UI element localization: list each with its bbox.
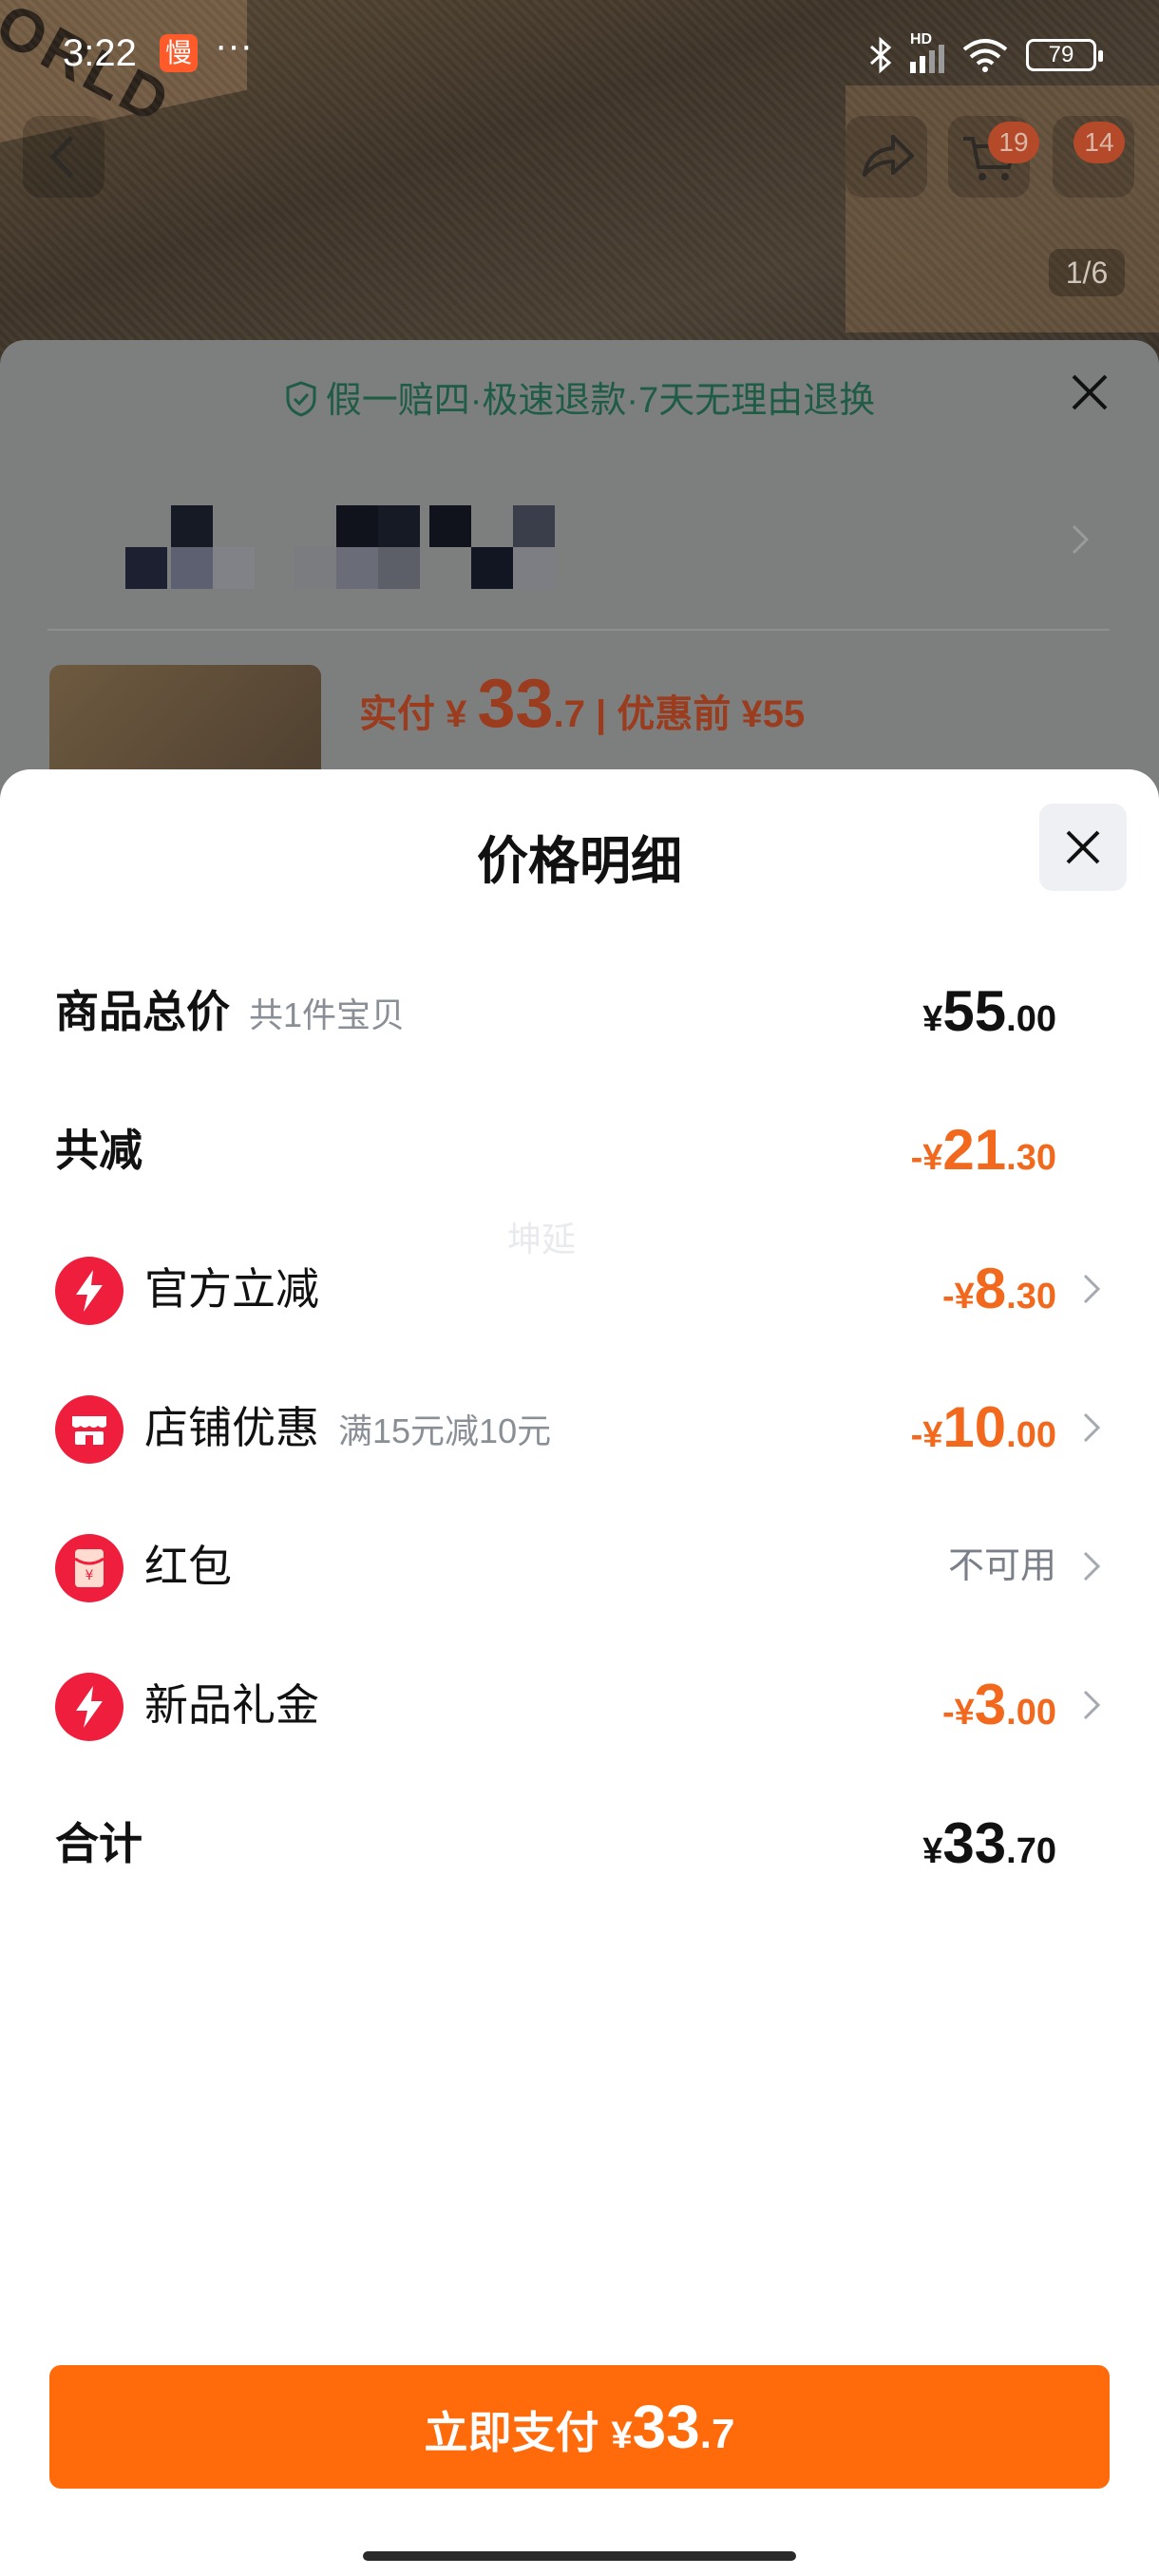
row-store-discount[interactable]: 店铺优惠 满15元减10元 -¥10.00 xyxy=(0,1375,1159,1480)
modal-title: 价格明细 xyxy=(477,833,682,890)
status-bar: 3:22 慢 ··· HD 79 xyxy=(0,0,1159,104)
row-amount: -¥10.00 xyxy=(910,1395,1056,1459)
image-pager: 1/6 xyxy=(1049,249,1125,296)
row-label: 店铺优惠 满15元减10元 xyxy=(144,1403,552,1452)
lightning-icon xyxy=(55,1257,124,1325)
message-count-badge: 14 xyxy=(1074,122,1125,163)
chevron-right-icon xyxy=(1083,1690,1101,1720)
pay-button-currency: ¥ xyxy=(611,2415,633,2456)
redacted-shop-name xyxy=(125,505,555,589)
guarantee-banner: 假一赔四·极速退款·7天无理由退换 xyxy=(0,370,1159,423)
row-total-discount: 共减 -¥21.30 xyxy=(0,1098,1159,1203)
store-icon xyxy=(55,1395,124,1464)
background-close-icon[interactable] xyxy=(1066,369,1113,416)
app-notification-badge: 慢 xyxy=(160,34,198,72)
row-grand-total: 合计 ¥33.70 xyxy=(0,1791,1159,1896)
back-button[interactable] xyxy=(23,116,104,198)
row-new-product-gift[interactable]: 新品礼金 -¥3.00 xyxy=(0,1653,1159,1757)
chevron-right-icon xyxy=(1083,1412,1101,1443)
row-goods-total: 商品总价 共1件宝贝 ¥55.00 xyxy=(0,959,1159,1064)
price-before-discount: | 优惠前 ¥55 xyxy=(584,693,806,735)
hd-label: HD xyxy=(910,31,933,47)
row-amount: ¥33.70 xyxy=(922,1811,1056,1875)
price-detail-sheet: 价格明细 坤延 商品总价 共1件宝贝 ¥55.00 共减 -¥21.30 官方立减… xyxy=(0,769,1159,2576)
row-amount: -¥21.30 xyxy=(910,1118,1056,1182)
row-label: 共减 xyxy=(55,1126,142,1175)
battery-indicator: 79 xyxy=(1026,39,1103,71)
cart-count-badge: 19 xyxy=(988,122,1039,163)
close-button[interactable] xyxy=(1039,804,1127,891)
row-label: 官方立减 xyxy=(144,1264,319,1314)
row-amount: ¥55.00 xyxy=(922,979,1056,1043)
chevron-left-icon xyxy=(49,136,73,178)
share-icon xyxy=(863,135,914,177)
svg-text:¥: ¥ xyxy=(86,1568,94,1583)
row-amount: -¥3.00 xyxy=(942,1673,1056,1736)
bluetooth-icon xyxy=(869,36,892,74)
row-label: 商品总价 共1件宝贝 xyxy=(55,987,406,1036)
chevron-right-icon xyxy=(1083,1551,1101,1582)
paid-price-int: 33 xyxy=(477,666,554,742)
divider xyxy=(48,629,1110,631)
unavailable-status: 不可用 xyxy=(947,1546,1056,1586)
row-amount: -¥8.30 xyxy=(942,1257,1056,1320)
more-notifications-dots: ··· xyxy=(215,25,253,66)
row-red-envelope[interactable]: ¥ 红包 不可用 xyxy=(0,1514,1159,1619)
wifi-icon xyxy=(962,39,1008,72)
row-label: 新品礼金 xyxy=(144,1680,319,1730)
pay-button-amount-int: 33 xyxy=(632,2393,700,2461)
chevron-right-icon xyxy=(1072,524,1090,555)
status-icons: HD 79 xyxy=(868,31,1103,74)
product-thumbnail xyxy=(49,665,321,779)
signal-icon: HD xyxy=(910,31,944,73)
row-label: 合计 xyxy=(55,1819,142,1868)
lightning-icon xyxy=(55,1673,124,1741)
row-official-discount[interactable]: 官方立减 -¥8.30 xyxy=(0,1237,1159,1341)
chevron-right-icon xyxy=(1083,1274,1101,1304)
background-price: 实付 ¥ 33.7 | 优惠前 ¥55 xyxy=(359,665,805,743)
paid-price-dec: .7 xyxy=(553,693,585,735)
close-icon xyxy=(1066,830,1100,864)
pay-now-button[interactable]: 立即支付 ¥33.7 xyxy=(49,2365,1110,2489)
red-envelope-icon: ¥ xyxy=(55,1534,124,1602)
share-button[interactable] xyxy=(846,116,927,198)
pay-button-label: 立即支付 xyxy=(424,2408,612,2457)
row-sub-label: 共1件宝贝 xyxy=(249,995,406,1034)
guarantee-text: 假一赔四·极速退款·7天无理由退换 xyxy=(325,381,876,421)
home-indicator[interactable] xyxy=(363,2551,796,2561)
pay-button-amount-dec: .7 xyxy=(699,2411,735,2457)
shield-check-icon xyxy=(286,381,316,417)
paid-label: 实付 ¥ xyxy=(359,693,478,735)
row-label: 红包 xyxy=(144,1542,232,1591)
row-sub-label: 满15元减10元 xyxy=(338,1411,552,1450)
status-time: 3:22 xyxy=(63,32,137,74)
